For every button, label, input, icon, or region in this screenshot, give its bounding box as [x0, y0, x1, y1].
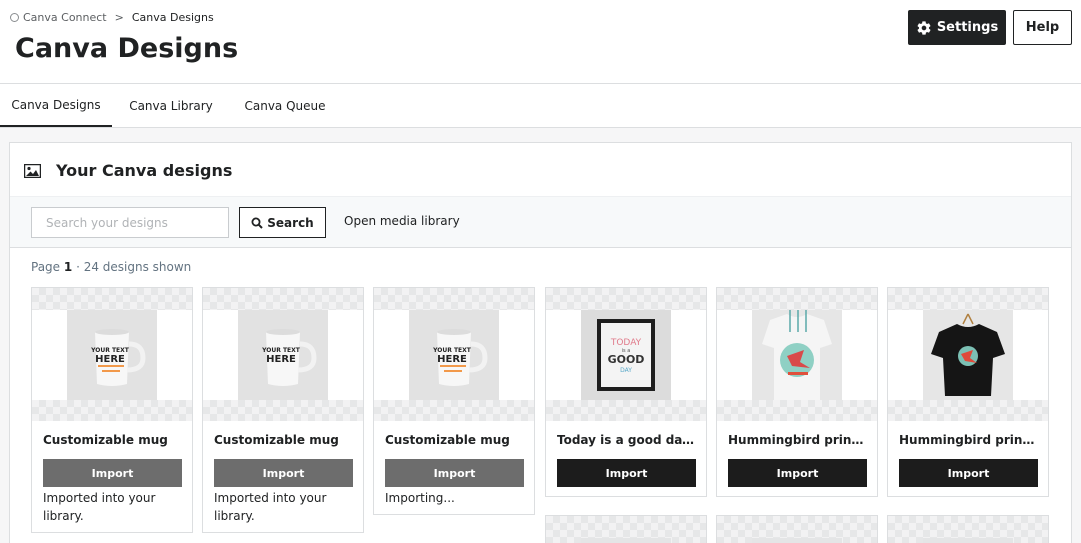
breadcrumb-separator: > [114, 11, 124, 24]
page-number: 1 [63, 260, 73, 274]
mug-text-line1: YOUR TEXT [432, 347, 472, 354]
search-icon [251, 217, 263, 229]
breadcrumb: Canva Connect > Canva Designs [10, 11, 214, 24]
design-card: YOUR TEXT HERE Customizable mug Import I… [31, 287, 193, 533]
card-title: Your Canva designs [56, 161, 233, 180]
search-input[interactable] [31, 207, 229, 238]
design-thumbnail[interactable] [581, 538, 671, 543]
design-thumbnail-area [888, 288, 1048, 422]
design-card: YOUR TEXT HERE Customizable mug Import I… [373, 287, 535, 515]
search-button-label: Search [267, 215, 314, 230]
gear-icon [917, 20, 931, 35]
tab-canva-library[interactable]: Canva Library [116, 84, 226, 127]
design-card: YOUR TEXT HERE Customizable mug Import I… [202, 287, 364, 533]
design-title: Customizable mug [385, 433, 510, 447]
design-thumbnail-area: YOUR TEXT HERE [32, 288, 192, 422]
import-status: Imported into your library. [214, 491, 327, 523]
design-card: Hummingbird printed... Import [716, 287, 878, 497]
design-thumbnail[interactable] [752, 310, 842, 400]
page-prefix: Page [31, 260, 61, 274]
card-header: Your Canva designs [24, 161, 232, 180]
import-status: Imported into your library. [43, 491, 156, 523]
pagination-info: Page 1 · 24 designs shown [31, 260, 191, 274]
canva-connect-icon [10, 13, 19, 22]
design-thumbnail-area [717, 288, 877, 422]
settings-button[interactable]: Settings [908, 10, 1006, 45]
design-thumbnail[interactable]: TODAY is a GOOD DAY [581, 310, 671, 400]
poster-line4: DAY [620, 367, 632, 374]
designs-count: · 24 designs shown [76, 260, 192, 274]
import-status: Importing... [385, 491, 455, 505]
design-card: TODAY is a GOOD DAY Today is a good day … [545, 287, 707, 497]
settings-label: Settings [936, 20, 999, 35]
open-media-library-link[interactable]: Open media library [344, 214, 460, 228]
poster-line3: GOOD [608, 353, 645, 366]
import-button[interactable]: Import [43, 459, 182, 487]
design-thumbnail[interactable] [923, 538, 1013, 543]
mug-text-line1: YOUR TEXT [261, 347, 301, 354]
tab-canva-designs[interactable]: Canva Designs [0, 84, 112, 127]
design-card [545, 515, 707, 543]
design-card [716, 515, 878, 543]
design-thumbnail[interactable]: YOUR TEXT HERE [238, 310, 328, 400]
design-thumbnail[interactable]: YOUR TEXT HERE [409, 310, 499, 400]
search-button[interactable]: Search [239, 207, 326, 238]
search-bar: Search Open media library [10, 196, 1071, 248]
design-thumbnail-area: TODAY is a GOOD DAY [546, 288, 706, 422]
poster-line1: TODAY [610, 338, 642, 348]
mug-text-line2: HERE [437, 354, 467, 365]
design-thumbnail[interactable] [752, 538, 842, 543]
design-thumbnail[interactable]: YOUR TEXT HERE [67, 310, 157, 400]
import-button[interactable]: Import [385, 459, 524, 487]
breadcrumb-parent-link[interactable]: Canva Connect [23, 11, 107, 24]
design-title: Today is a good day F... [557, 433, 697, 447]
import-button[interactable]: Import [728, 459, 867, 487]
design-title: Hummingbird printed... [728, 433, 868, 447]
page-title: Canva Designs [15, 33, 239, 64]
breadcrumb-current: Canva Designs [131, 11, 214, 24]
import-button[interactable]: Import [214, 459, 353, 487]
design-title: Customizable mug [43, 433, 168, 447]
design-card [887, 515, 1049, 543]
tab-canva-queue[interactable]: Canva Queue [230, 84, 340, 127]
design-title: Customizable mug [214, 433, 339, 447]
design-thumbnail-area: YOUR TEXT HERE [203, 288, 363, 422]
image-icon [24, 163, 41, 178]
import-button[interactable]: Import [899, 459, 1038, 487]
design-title: Hummingbird printed... [899, 433, 1039, 447]
design-thumbnail[interactable] [923, 310, 1013, 400]
design-thumbnail-area: YOUR TEXT HERE [374, 288, 534, 422]
mug-text-line2: HERE [266, 354, 296, 365]
mug-text-line1: YOUR TEXT [90, 347, 130, 354]
tab-bar: Canva Designs Canva Library Canva Queue [0, 84, 1081, 128]
mug-text-line2: HERE [95, 354, 125, 365]
designs-card: Your Canva designs Search Open media lib… [9, 142, 1072, 543]
help-button[interactable]: Help [1013, 10, 1072, 45]
design-card: Hummingbird printed... Import [887, 287, 1049, 497]
import-button[interactable]: Import [557, 459, 696, 487]
